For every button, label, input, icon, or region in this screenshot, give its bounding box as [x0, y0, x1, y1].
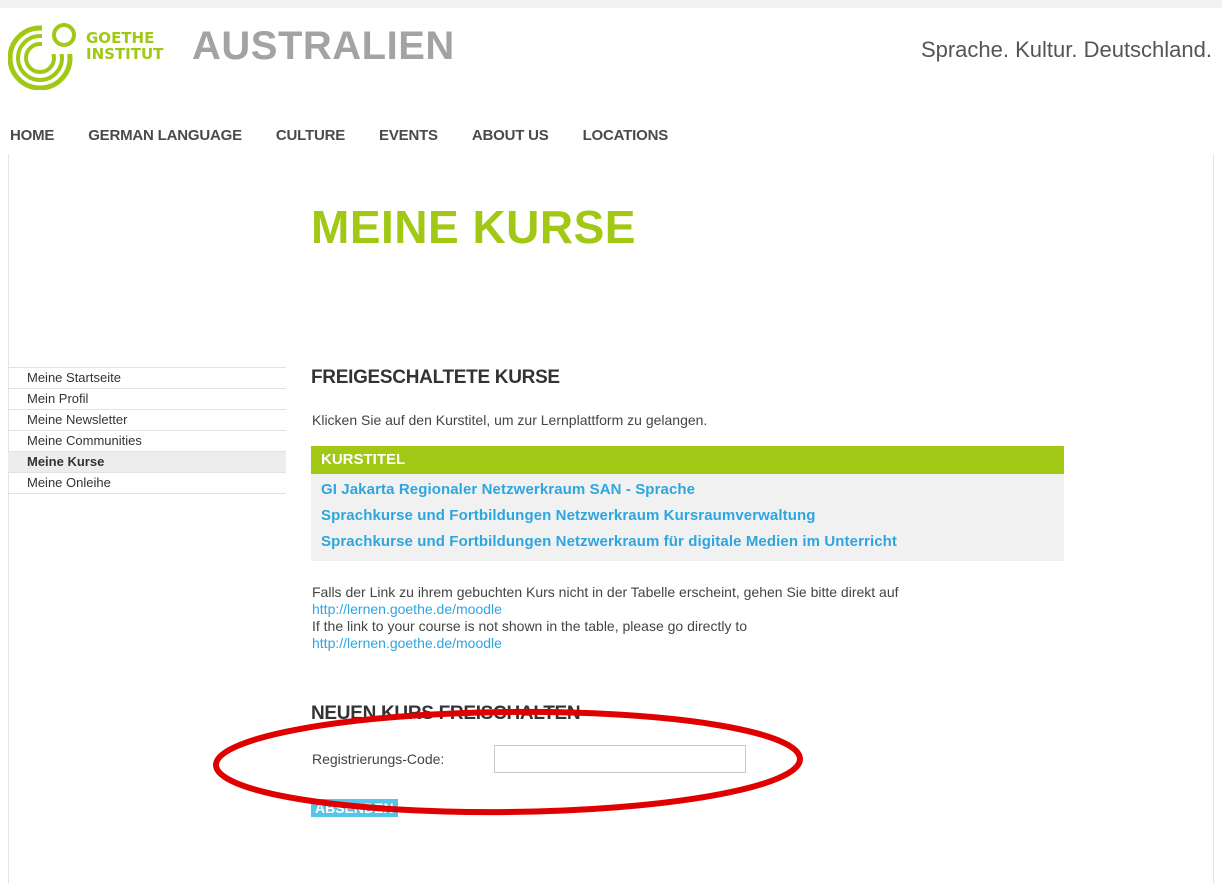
sidebar-item-startseite[interactable]: Meine Startseite — [8, 367, 286, 388]
page-title: MEINE KURSE — [311, 201, 636, 253]
course-link[interactable]: GI Jakarta Regionaler Netzwerkraum SAN -… — [311, 478, 1064, 504]
nav-item-about-us[interactable]: ABOUT US — [472, 127, 549, 151]
nav-item-events[interactable]: EVENTS — [379, 127, 438, 151]
course-table-header: KURSTITEL — [311, 446, 1064, 474]
sidebar-item-onleihe[interactable]: Meine Onleihe — [8, 472, 286, 494]
site-title: AUSTRALIEN — [192, 24, 455, 68]
register-heading: NEUEN KURS FREISCHALTEN — [311, 703, 581, 724]
sidebar-nav: Meine Startseite Mein Profil Meine Newsl… — [8, 367, 286, 494]
submit-button[interactable]: ABSENDEN — [311, 799, 398, 817]
moodle-link[interactable]: http://lernen.goethe.de/moodle — [312, 601, 502, 617]
slogan: Sprache. Kultur. Deutschland. — [920, 37, 1212, 62]
missing-course-note: Falls der Link zu ihrem gebuchten Kurs n… — [312, 584, 899, 652]
top-strip — [0, 0, 1222, 8]
course-link[interactable]: Sprachkurse und Fortbildungen Netzwerkra… — [311, 530, 1064, 556]
sidebar-item-communities[interactable]: Meine Communities — [8, 430, 286, 451]
nav-item-culture[interactable]: CULTURE — [276, 127, 345, 151]
goethe-logo-icon[interactable] — [8, 20, 78, 90]
courses-heading: FREIGESCHALTETE KURSE — [311, 367, 560, 388]
logo-wordmark: GOETHE INSTITUT — [86, 30, 163, 62]
sidebar-item-kurse[interactable]: Meine Kurse — [8, 451, 286, 472]
registration-code-input[interactable] — [494, 745, 746, 773]
registration-code-label: Registrierungs-Code: — [312, 751, 445, 767]
courses-intro: Klicken Sie auf den Kurstitel, um zur Le… — [312, 412, 708, 428]
sidebar-item-newsletter[interactable]: Meine Newsletter — [8, 409, 286, 430]
nav-item-home[interactable]: HOME — [10, 127, 54, 151]
note-german-text: Falls der Link zu ihrem gebuchten Kurs n… — [312, 584, 899, 600]
nav-item-locations[interactable]: LOCATIONS — [583, 127, 669, 151]
note-english-text: If the link to your course is not shown … — [312, 618, 748, 634]
sidebar-item-profil[interactable]: Mein Profil — [8, 388, 286, 409]
course-link[interactable]: Sprachkurse und Fortbildungen Netzwerkra… — [311, 504, 1064, 530]
moodle-link[interactable]: http://lernen.goethe.de/moodle — [312, 635, 502, 651]
main-nav: HOME GERMAN LANGUAGE CULTURE EVENTS ABOU… — [0, 127, 702, 151]
course-table-body: GI Jakarta Regionaler Netzwerkraum SAN -… — [311, 474, 1064, 561]
logo-line-1: GOETHE — [86, 29, 155, 47]
nav-item-german-language[interactable]: GERMAN LANGUAGE — [88, 127, 242, 151]
course-table: KURSTITEL GI Jakarta Regionaler Netzwerk… — [311, 446, 1064, 561]
logo-line-2: INSTITUT — [86, 45, 164, 63]
